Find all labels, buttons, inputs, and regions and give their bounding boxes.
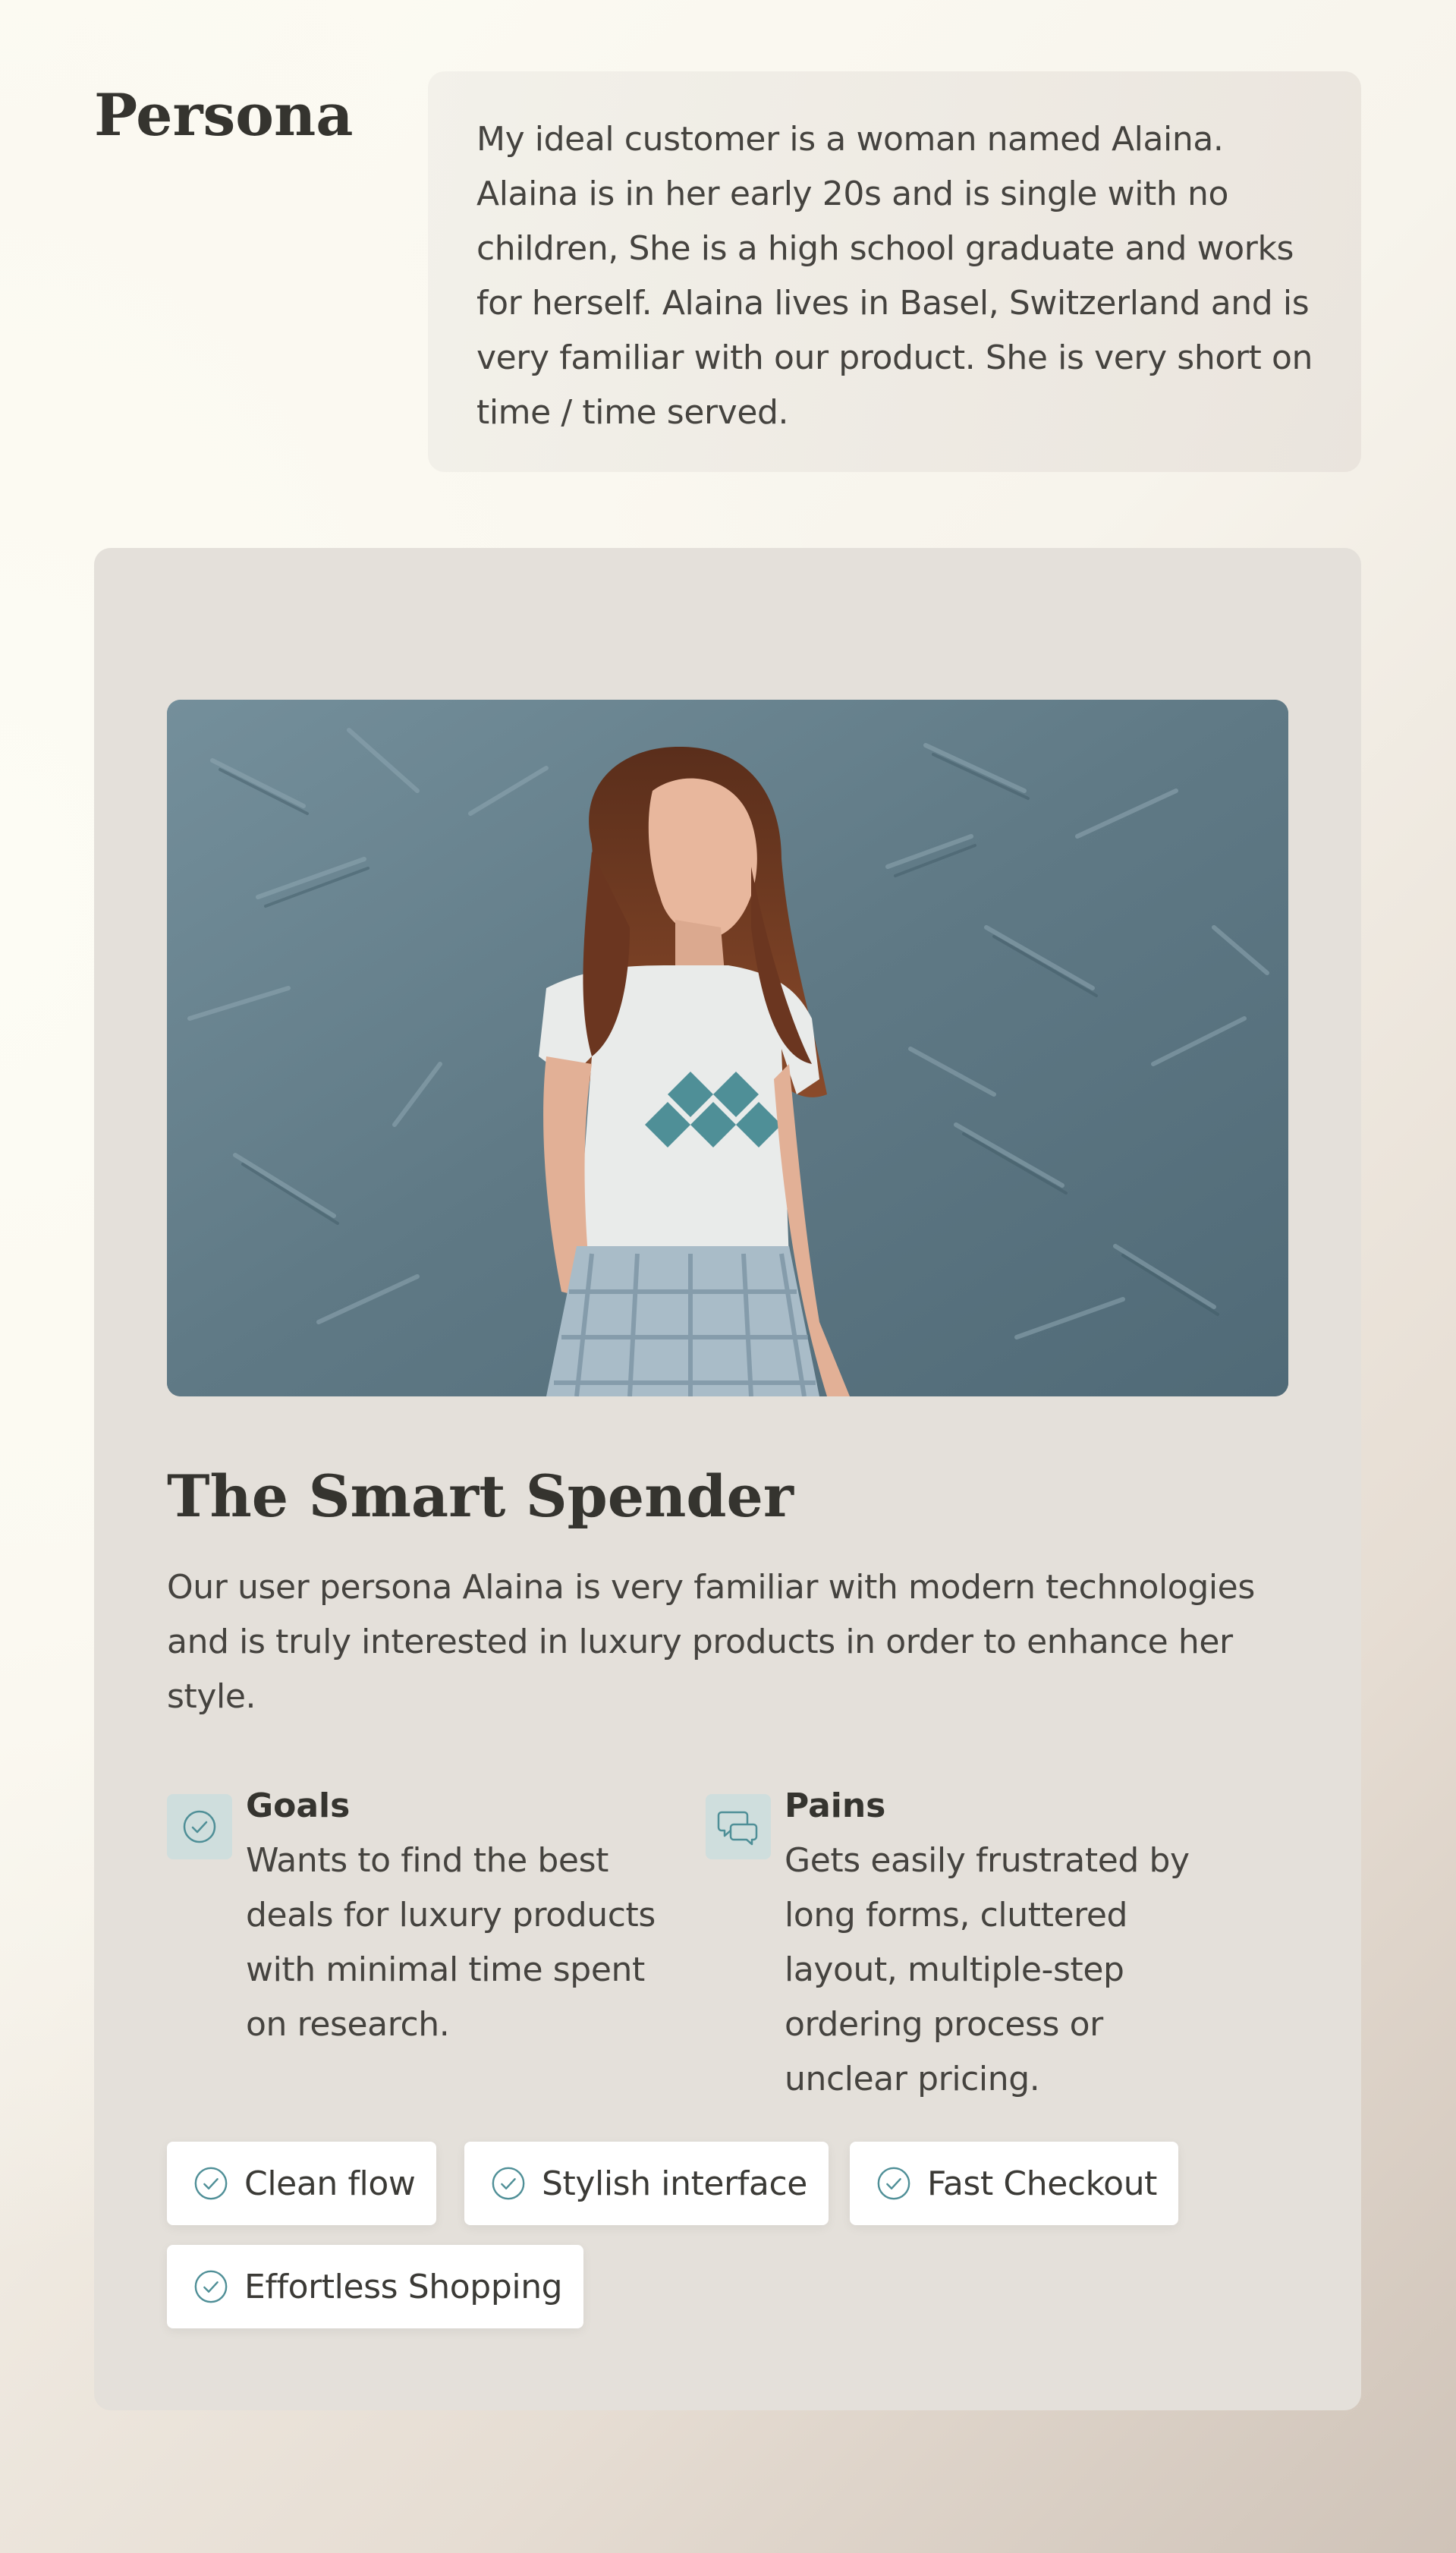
tag-label: Effortless Shopping (244, 2267, 563, 2306)
persona-photo-illustration (167, 700, 1288, 1396)
check-circle-icon (194, 2167, 228, 2200)
tag-label: Stylish interface (542, 2164, 807, 2203)
intro-card: My ideal customer is a woman named Alain… (428, 71, 1361, 472)
tag-stylish-interface: Stylish interface (464, 2142, 829, 2225)
tag-fast-checkout: Fast Checkout (850, 2142, 1179, 2225)
check-circle-icon (167, 1794, 232, 1859)
goals-title: Goals (246, 1786, 351, 1825)
pains-title: Pains (785, 1786, 886, 1825)
persona-name: The Smart Spender (167, 1462, 794, 1530)
check-circle-icon (194, 2270, 228, 2303)
persona-card: The Smart Spender Our user persona Alain… (94, 548, 1361, 2410)
persona-description: Our user persona Alaina is very familiar… (167, 1568, 1255, 1716)
check-circle-icon (492, 2167, 525, 2200)
tag-effortless-shopping: Effortless Shopping (167, 2245, 584, 2328)
persona-photo (167, 700, 1288, 1396)
chat-bubbles-icon (706, 1794, 771, 1859)
page-title: Persona (94, 81, 354, 149)
tag-label: Clean flow (244, 2164, 416, 2203)
check-circle-icon (877, 2167, 910, 2200)
pains-text: Gets easily frustrated by long forms, cl… (785, 1841, 1190, 2098)
tag-clean-flow: Clean flow (167, 2142, 437, 2225)
goals-text: Wants to find the best deals for luxury … (246, 1841, 656, 2044)
intro-text: My ideal customer is a woman named Alain… (476, 120, 1313, 432)
tag-label: Fast Checkout (927, 2164, 1158, 2203)
